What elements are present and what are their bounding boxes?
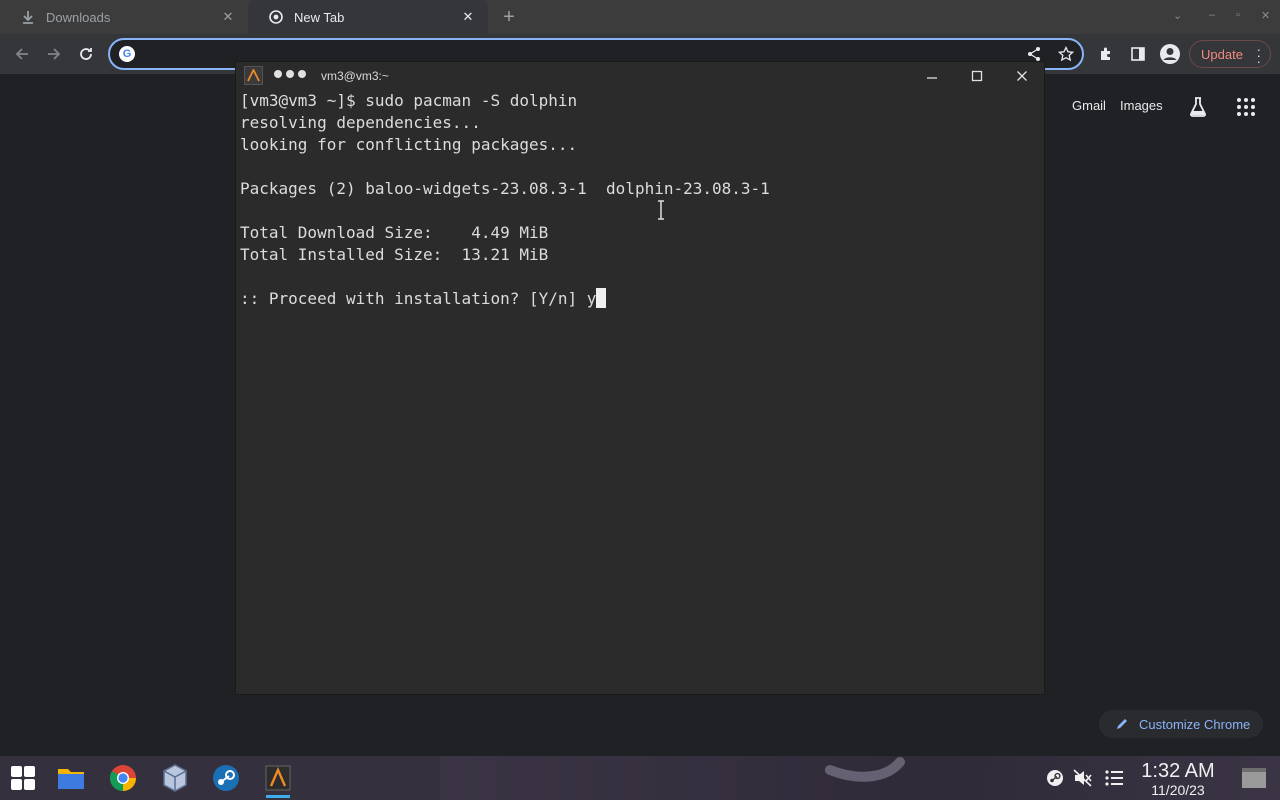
forward-button[interactable]	[42, 42, 66, 66]
arrow-left-icon	[15, 48, 28, 60]
speaker-muted-icon	[1073, 769, 1092, 787]
show-desktop-button[interactable]	[1240, 764, 1268, 792]
maximize-button[interactable]	[967, 66, 987, 86]
show-desktop-icon	[1242, 768, 1266, 788]
task-list-icon	[1105, 770, 1123, 786]
steam-button[interactable]	[210, 762, 242, 794]
volume-button[interactable]	[1073, 768, 1093, 788]
virtualbox-icon	[163, 764, 187, 792]
arrow-right-icon	[48, 48, 61, 60]
terminal-line: Packages (2) baloo-widgets-23.08.3-1 dol…	[240, 179, 770, 198]
customize-label: Customize Chrome	[1139, 716, 1251, 732]
task-list-button[interactable]	[1104, 768, 1124, 788]
ibeam-cursor-icon	[658, 200, 664, 220]
terminal-line: Total Download Size: 4.49 MiB	[240, 223, 549, 242]
minimize-button[interactable]	[922, 66, 942, 86]
new-tab-button[interactable]: +	[498, 6, 520, 28]
update-button[interactable]: Update · · ·	[1189, 40, 1271, 68]
restore-icon[interactable]: ▫	[1236, 9, 1240, 21]
start-menu-icon	[11, 766, 35, 790]
terminal-output[interactable]: [vm3@vm3 ~]$ sudo pacman -S dolphin reso…	[240, 90, 1040, 694]
virtualbox-button[interactable]	[159, 762, 191, 794]
terminal-window[interactable]: vm3@vm3:~ [vm3@vm3 ~]$ sudo pacman -S do…	[236, 62, 1044, 694]
close-window-icon[interactable]: ✕	[1261, 9, 1270, 22]
file-manager-icon	[58, 769, 84, 789]
terminal-line: resolving dependencies...	[240, 113, 481, 132]
chrome-icon	[268, 9, 284, 25]
terminal-taskbar-button[interactable]	[262, 762, 294, 798]
puzzle-icon	[1101, 47, 1110, 60]
close-icon[interactable]: ✕	[220, 9, 236, 25]
close-icon[interactable]: ✕	[460, 9, 476, 25]
chrome-taskbar-button[interactable]	[107, 762, 139, 794]
terminal-line: Total Installed Size: 13.21 MiB	[240, 245, 549, 264]
tab-downloads[interactable]: Downloads ✕	[0, 0, 248, 34]
close-button[interactable]	[1012, 66, 1032, 86]
customize-chrome-button[interactable]: Customize Chrome	[1099, 710, 1263, 738]
minimize-icon[interactable]: –	[1209, 9, 1215, 21]
maximize-icon	[971, 70, 983, 82]
menu-dots-icon[interactable]	[274, 70, 306, 78]
side-panel-button[interactable]	[1126, 42, 1150, 66]
steam-tray-icon	[1047, 770, 1063, 786]
more-vert-icon: · · ·	[1256, 42, 1261, 69]
images-link[interactable]: Images	[1120, 98, 1163, 113]
tab-strip: Downloads ✕ New Tab ✕ + ⌄ – ▫ ✕	[0, 0, 1280, 34]
update-label: Update	[1201, 46, 1243, 62]
tab-new-tab[interactable]: New Tab ✕	[248, 0, 488, 34]
terminal-line: looking for conflicting packages...	[240, 135, 578, 154]
terminal-line: :: Proceed with installation? [Y/n] y	[240, 289, 597, 308]
terminal-app-icon[interactable]	[244, 66, 263, 85]
reload-button[interactable]	[74, 42, 98, 66]
text-cursor	[596, 288, 607, 308]
chrome-icon	[109, 765, 137, 792]
pencil-icon	[1117, 719, 1127, 729]
tab-label: Downloads	[46, 9, 111, 25]
extensions-button[interactable]	[1094, 42, 1118, 66]
file-manager-button[interactable]	[55, 762, 87, 794]
bookmark-button[interactable]	[1054, 42, 1078, 66]
start-menu-button[interactable]	[7, 762, 39, 794]
avatar-icon	[1160, 44, 1180, 64]
system-clock[interactable]: 1:32 AM 11/20/23	[1130, 760, 1226, 798]
minimize-icon	[927, 77, 937, 79]
apps-grid-icon[interactable]	[1236, 97, 1256, 117]
steam-tray-button[interactable]	[1045, 768, 1065, 788]
labs-icon[interactable]	[1186, 95, 1210, 119]
terminal-titlebar[interactable]: vm3@vm3:~	[236, 62, 1044, 90]
terminal-prompt-line: :: Proceed with installation? [Y/n] y	[240, 288, 1040, 310]
profile-button[interactable]	[1158, 42, 1182, 66]
steam-icon	[213, 765, 239, 791]
tab-label: New Tab	[294, 9, 345, 25]
taskbar: 1:32 AM 11/20/23	[0, 756, 1280, 800]
star-icon	[1058, 46, 1074, 62]
side-panel-icon	[1131, 47, 1145, 61]
terminal-line: [vm3@vm3 ~]$ sudo pacman -S dolphin	[240, 91, 578, 110]
clock-date: 11/20/23	[1151, 782, 1205, 798]
reload-icon	[80, 48, 92, 60]
download-icon	[20, 9, 36, 25]
close-icon	[1017, 71, 1027, 81]
terminal-icon	[265, 765, 291, 791]
clock-time: 1:32 AM	[1141, 760, 1215, 782]
chevron-down-icon[interactable]: ⌄	[1173, 9, 1182, 22]
share-icon	[1028, 47, 1040, 61]
terminal-title: vm3@vm3:~	[321, 69, 389, 83]
google-icon: G	[119, 46, 135, 62]
gmail-link[interactable]: Gmail	[1072, 98, 1106, 113]
back-button[interactable]	[10, 42, 34, 66]
